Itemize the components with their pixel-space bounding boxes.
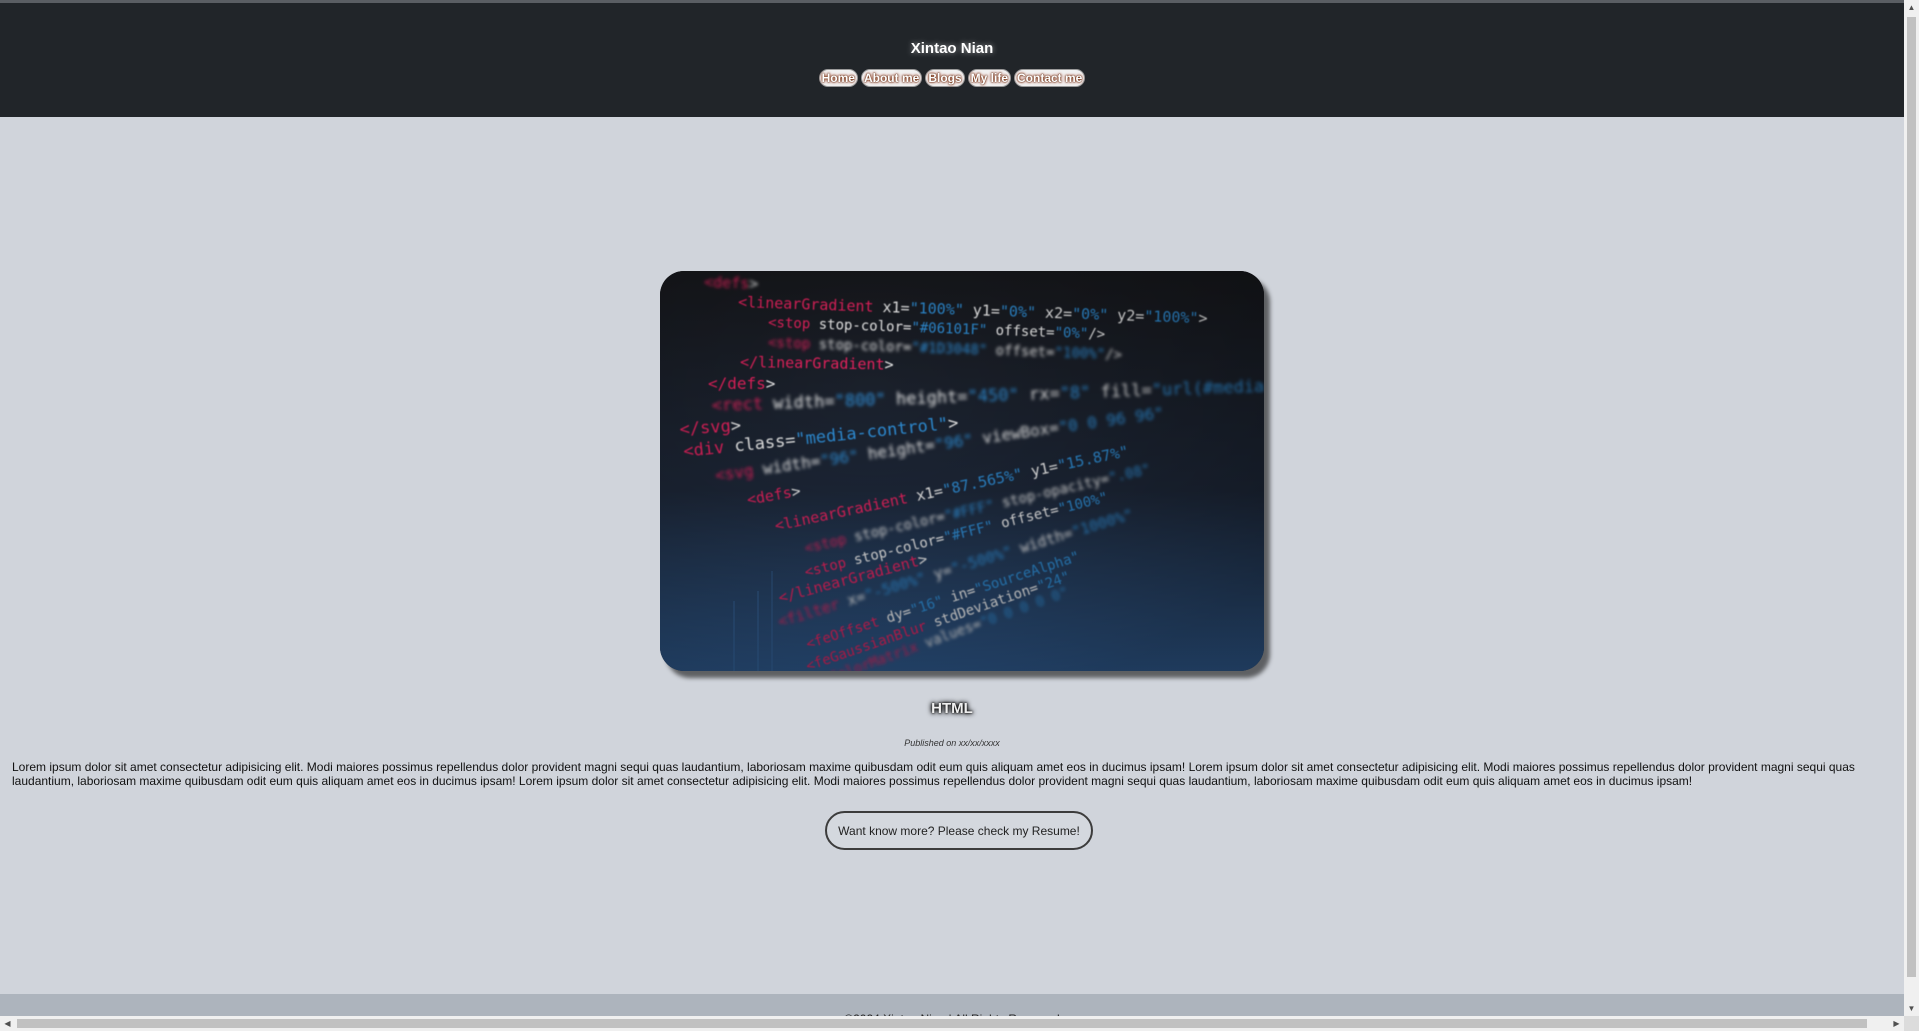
hero-vignette [660, 271, 1264, 671]
horizontal-scroll-thumb[interactable] [17, 1019, 1867, 1028]
code-screenshot-image: <defs><linearGradient x1="100%" y1="0%" … [660, 271, 1264, 671]
nav-home-button[interactable]: Home [818, 69, 858, 87]
published-date: Published on xx/xx/xxxx [904, 738, 1000, 748]
horizontal-scrollbar[interactable]: ◀ ▶ [0, 1016, 1904, 1031]
main-nav: Home About me Blogs My life Contact me [0, 69, 1904, 87]
hero-image: <defs><linearGradient x1="100%" y1="0%" … [660, 271, 1264, 671]
scroll-left-arrow-icon[interactable]: ◀ [0, 1016, 15, 1031]
nav-my-life-button[interactable]: My life [967, 69, 1012, 87]
post-title: HTML [931, 700, 973, 717]
scroll-right-arrow-icon[interactable]: ▶ [1889, 1016, 1904, 1031]
scroll-up-arrow-icon[interactable]: ▲ [1904, 0, 1919, 15]
nav-contact-button[interactable]: Contact me [1014, 69, 1086, 87]
nav-blogs-button[interactable]: Blogs [925, 69, 965, 87]
site-title: Xintao Nian [910, 40, 994, 57]
post-body: Lorem ipsum dolor sit amet consectetur a… [12, 760, 1855, 788]
scroll-down-arrow-icon[interactable]: ▼ [1904, 1001, 1919, 1016]
resume-button[interactable]: Want know more? Please check my Resume! [825, 811, 1093, 850]
site-header: Xintao Nian Home About me Blogs My life … [0, 3, 1904, 117]
vertical-scrollbar[interactable]: ▲ ▼ [1904, 0, 1919, 1016]
vertical-scroll-thumb[interactable] [1907, 17, 1916, 977]
scrollbar-corner [1904, 1016, 1919, 1031]
nav-about-button[interactable]: About me [860, 69, 923, 87]
